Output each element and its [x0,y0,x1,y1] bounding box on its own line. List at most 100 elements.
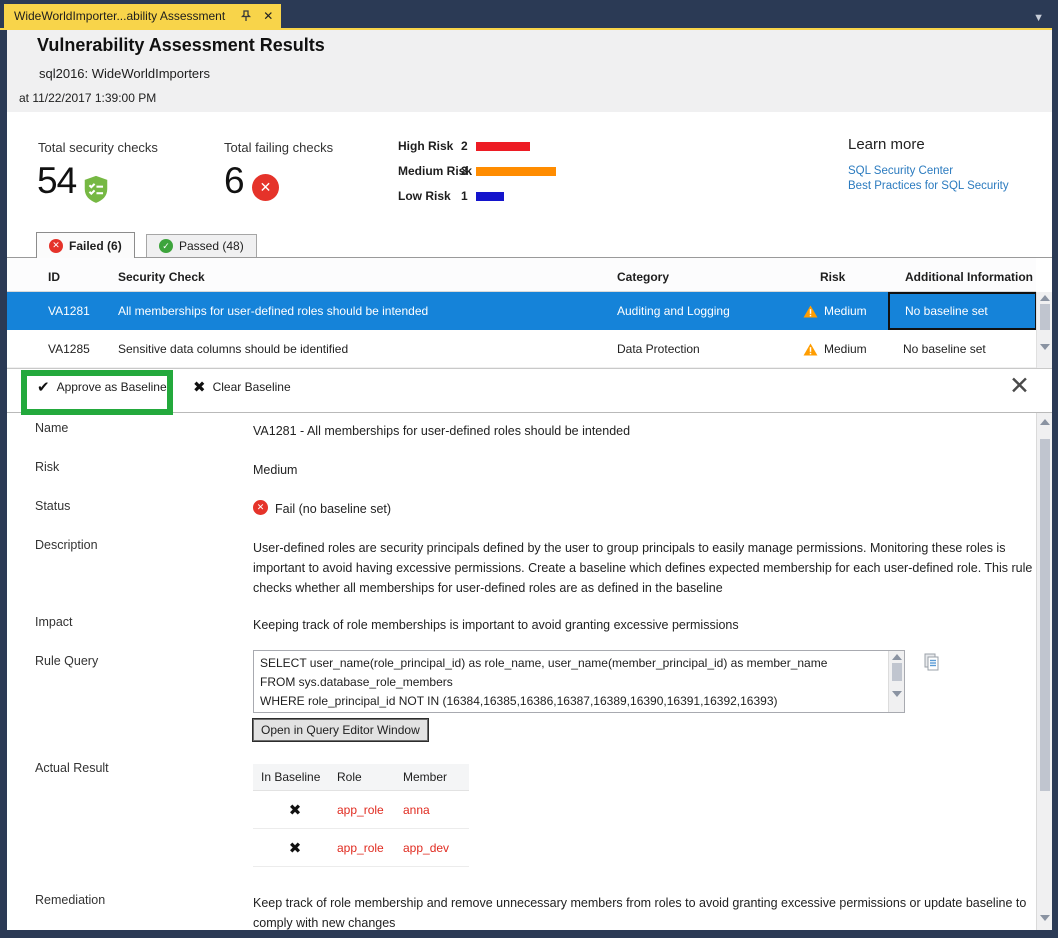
details-close-icon[interactable]: ✕ [1009,374,1030,399]
table-row-va1281[interactable]: VA1281 All memberships for user-defined … [7,292,1036,330]
legend-row-high: High Risk 2 [398,139,618,159]
remediation-value: Keep track of role membership and remove… [253,893,1035,930]
actual-result-label: Actual Result [35,761,109,775]
failed-tab-count: (6) [107,239,122,253]
scroll-down-icon[interactable] [892,691,902,697]
row-check: Sensitive data columns should be identif… [118,330,348,368]
rule-query-textbox[interactable]: SELECT user_name(role_principal_id) as r… [253,650,905,713]
row-category: Auditing and Logging [617,292,730,330]
scrollbar-thumb[interactable] [1040,304,1050,330]
row-risk: Medium [803,330,867,368]
row-check: All memberships for user-defined roles s… [118,292,428,330]
passed-tab-icon: ✓ [159,239,173,253]
document-tab-label: WideWorldImporter...ability Assessment [14,9,225,23]
status-fail-icon: ✕ [253,500,268,515]
col-id: ID [48,270,60,284]
copy-query-icon[interactable] [922,652,942,672]
document-tab-bar: WideWorldImporter...ability Assessment ✕… [0,0,1058,28]
failing-checks-value: 6 [224,160,244,202]
remediation-label: Remediation [35,893,105,907]
risk-label: Risk [35,460,59,474]
passed-tab-count: (48) [222,239,243,253]
scan-target: sql2016: WideWorldImporters [39,66,210,81]
status-value: Fail (no baseline set) [275,499,1052,519]
details-scrollbar[interactable] [1036,413,1052,930]
passed-tab-label: Passed [179,239,219,253]
tab-failed[interactable]: ✕ Failed (6) [36,232,135,258]
scroll-up-icon[interactable] [1040,295,1050,301]
row-info: No baseline set [903,330,986,368]
rule-query-scrollbar[interactable] [888,651,904,712]
legend-row-low: Low Risk 1 [398,189,618,209]
open-query-editor-button[interactable]: Open in Query Editor Window [253,719,428,741]
low-risk-label: Low Risk [398,189,451,203]
rule-query-text: SELECT user_name(role_principal_id) as r… [254,651,887,712]
vulnerability-assessment-window: WideWorldImporter...ability Assessment ✕… [0,0,1058,938]
row-id: VA1285 [48,330,90,368]
col-member: Member [403,770,469,784]
high-risk-label: High Risk [398,139,453,153]
not-in-baseline-icon: ✖ [253,839,337,857]
scrollbar-thumb[interactable] [1040,439,1050,791]
warning-icon [803,343,818,356]
best-practices-link[interactable]: Best Practices for SQL Security [848,180,1009,192]
grid-bottom-divider [7,368,1052,369]
result-row-app-dev[interactable]: ✖ app_role app_dev [253,829,469,867]
scrollbar-thumb[interactable] [892,663,902,681]
low-risk-bar [476,192,504,201]
clear-baseline-button[interactable]: ✖ Clear Baseline [193,378,291,396]
tab-close-icon[interactable]: ✕ [263,10,273,22]
col-category: Category [617,270,669,284]
grid-scrollbar[interactable] [1036,292,1052,368]
scroll-down-icon[interactable] [1040,915,1050,921]
fail-circle-icon: ✕ [252,174,279,201]
document-tab[interactable]: WideWorldImporter...ability Assessment ✕ [4,4,281,28]
sql-security-center-link[interactable]: SQL Security Center [848,165,953,177]
medium-risk-bar [476,167,556,176]
name-label: Name [35,421,68,435]
col-security-check: Security Check [118,270,205,284]
row-category: Data Protection [617,330,700,368]
medium-risk-count: 3 [461,164,468,178]
warning-icon [803,305,818,318]
failed-tab-icon: ✕ [49,239,63,253]
row-info-focused-cell[interactable]: No baseline set [888,292,1037,330]
table-row-va1285[interactable]: VA1285 Sensitive data columns should be … [7,330,1036,368]
not-in-baseline-icon: ✖ [253,801,337,819]
page-title: Vulnerability Assessment Results [37,35,325,56]
scroll-up-icon[interactable] [892,654,902,660]
actual-result-table: In Baseline Role Member ✖ app_role anna … [253,764,469,867]
risk-value: Medium [253,460,1035,480]
high-risk-bar [476,142,530,151]
description-label: Description [35,538,98,552]
description-value: User-defined roles are security principa… [253,538,1035,598]
row-risk: Medium [803,292,867,330]
high-risk-count: 2 [461,139,468,153]
scroll-up-icon[interactable] [1040,419,1050,425]
result-row-anna[interactable]: ✖ app_role anna [253,791,469,829]
low-risk-count: 1 [461,189,468,203]
col-additional-info: Additional Information [905,270,1033,284]
actual-result-header: In Baseline Role Member [253,764,469,791]
grid-header-row: ID Security Check Category Risk Addition… [7,258,1036,292]
scroll-down-icon[interactable] [1040,344,1050,350]
clear-x-icon: ✖ [193,378,206,396]
failed-tab-label: Failed [69,239,104,253]
results-header: Vulnerability Assessment Results sql2016… [7,30,1052,112]
pin-icon[interactable] [239,9,253,23]
total-checks-value: 54 [37,160,76,202]
learn-more-title: Learn more [848,136,925,153]
total-checks-label: Total security checks [38,140,158,155]
impact-value: Keeping track of role memberships is imp… [253,615,1035,635]
clear-label: Clear Baseline [213,380,291,394]
tab-list-dropdown-icon[interactable]: ▼ [1033,12,1044,24]
tab-passed[interactable]: ✓ Passed (48) [146,234,257,258]
col-risk: Risk [820,270,845,284]
status-label: Status [35,499,70,513]
results-content: Total security checks 54 Total failing c… [7,112,1052,930]
row-id: VA1281 [48,292,90,330]
col-role: Role [337,770,403,784]
name-value: VA1281 - All memberships for user-define… [253,421,1035,441]
impact-label: Impact [35,615,73,629]
approve-highlight-annotation [21,370,173,415]
